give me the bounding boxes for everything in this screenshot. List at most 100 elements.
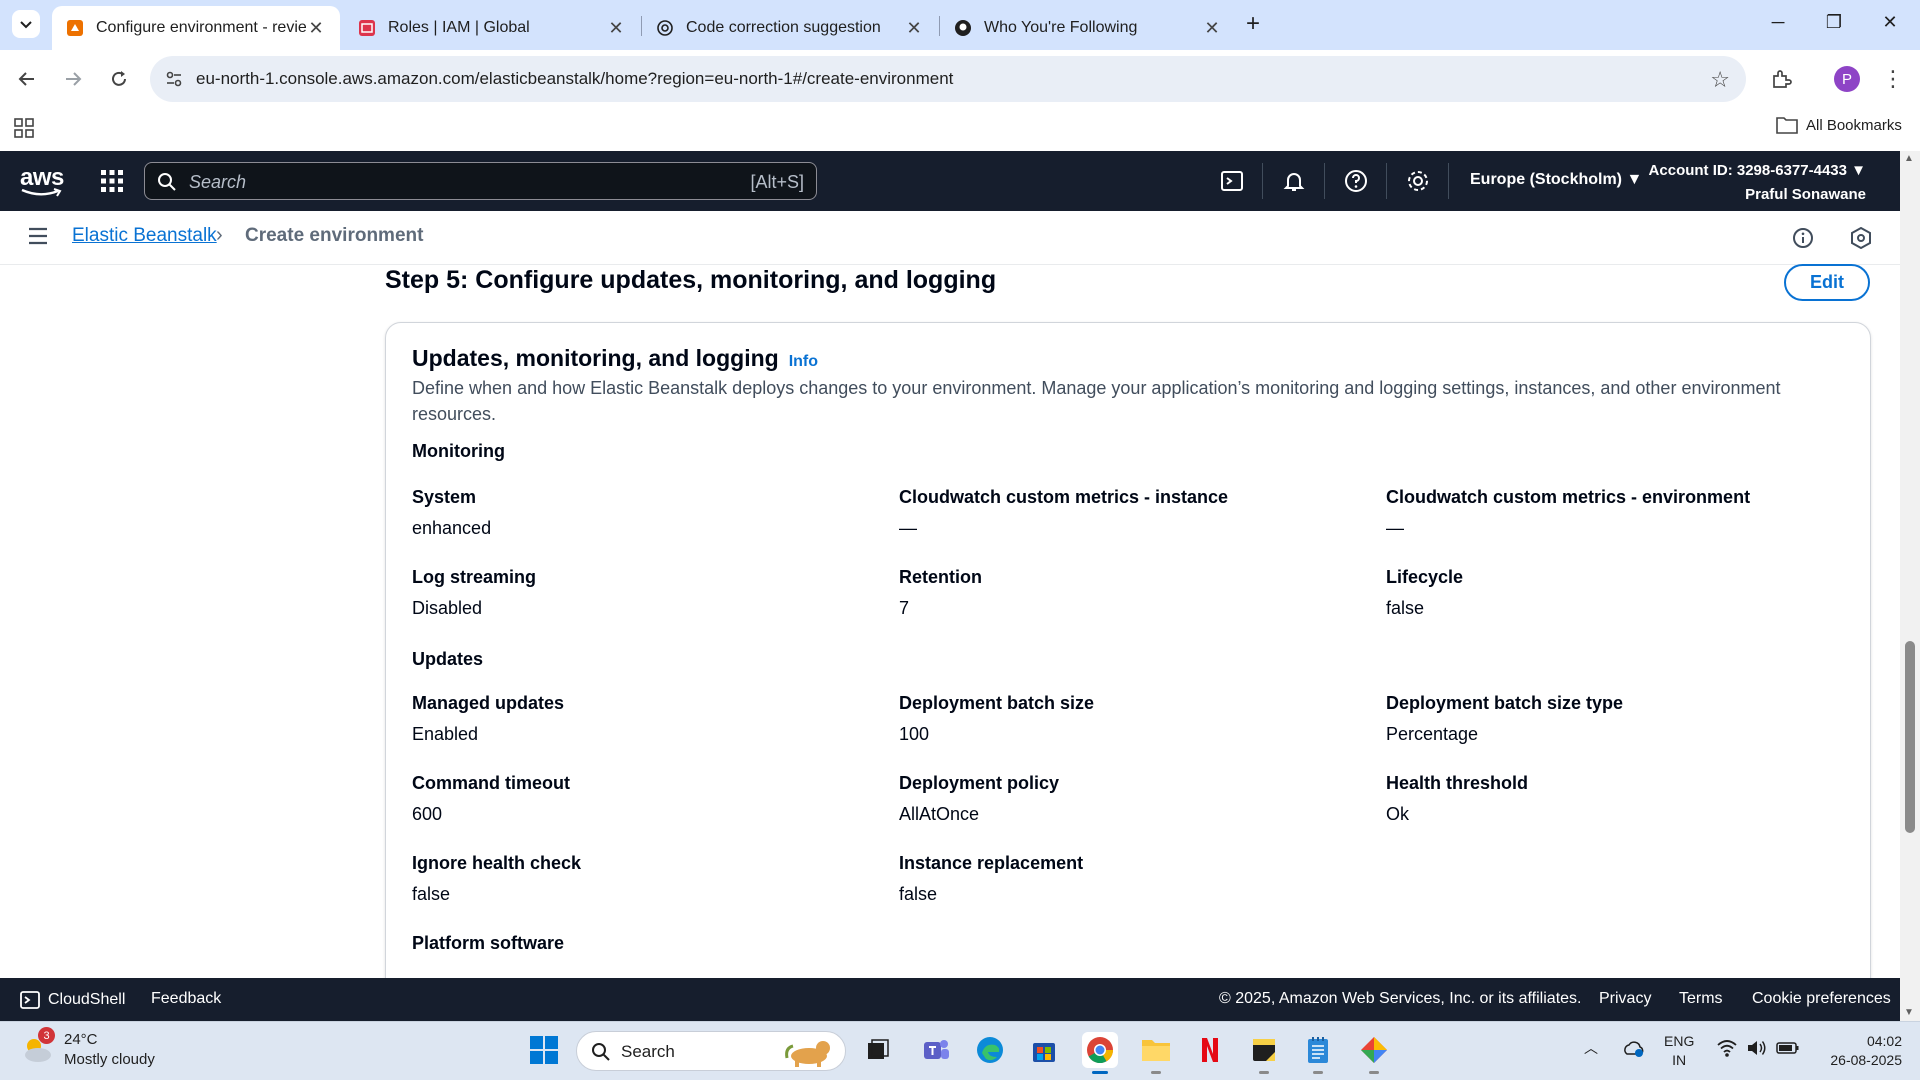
close-icon[interactable]: ✕ [306, 18, 326, 39]
tab-code-correction[interactable]: Code correction suggestion ✕ [642, 6, 938, 50]
teams-icon [924, 1040, 949, 1059]
cloudshell-button[interactable]: CloudShell [20, 990, 125, 1010]
store-app[interactable] [1026, 1032, 1062, 1068]
tab-who-youre-following[interactable]: Who You're Following ✕ [940, 6, 1236, 50]
system-clock[interactable]: 04:02 26-08-2025 [1812, 1032, 1902, 1070]
aws-logo[interactable]: aws [20, 164, 64, 198]
show-hidden-icons-chevron-up-icon[interactable]: ︿ [1584, 1038, 1598, 1058]
field-label: Instance replacement [899, 853, 1084, 873]
browser-tab-strip: Configure environment - review ✕ Roles |… [0, 0, 1920, 50]
close-window-button[interactable]: ✕ [1878, 12, 1902, 33]
edge-app[interactable] [972, 1032, 1008, 1068]
privacy-link[interactable]: Privacy [1599, 990, 1651, 1008]
breadcrumb-current: Create environment [245, 225, 424, 246]
field-label: Cloudwatch custom metrics - environment [1386, 487, 1751, 507]
aws-footer: CloudShell Feedback © 2025, Amazon Web S… [0, 978, 1900, 1021]
browser-menu-button[interactable]: ⋮ [1878, 64, 1908, 94]
scrollbar-thumb[interactable] [1905, 641, 1915, 833]
language-bottom: IN [1672, 1052, 1687, 1068]
terms-link[interactable]: Terms [1679, 990, 1723, 1008]
battery-icon[interactable] [1776, 1038, 1800, 1058]
help-icon[interactable] [1344, 169, 1368, 193]
sticky-notes-app[interactable] [1246, 1032, 1282, 1074]
windows-logo-icon [530, 1036, 558, 1064]
chrome-icon [1087, 1037, 1114, 1064]
file-explorer-app[interactable] [1138, 1032, 1174, 1074]
field-deployment-policy: Deployment policy AllAtOnce [899, 773, 1359, 825]
platform-software-heading: Platform software [412, 933, 565, 953]
settings-hexagon-icon[interactable] [1850, 227, 1872, 249]
restore-button[interactable]: ❐ [1822, 12, 1846, 33]
edit-button[interactable]: Edit [1784, 264, 1870, 301]
scroll-up-arrow-icon[interactable]: ▲ [1904, 153, 1914, 164]
scroll-down-arrow-icon[interactable]: ▼ [1904, 1007, 1914, 1018]
region-selector[interactable]: Europe (Stockholm) ▼ [1470, 171, 1642, 189]
all-bookmarks-button[interactable]: All Bookmarks [1776, 116, 1902, 134]
site-settings-icon[interactable] [164, 69, 184, 89]
tab-roles-iam[interactable]: Roles | IAM | Global ✕ [344, 6, 640, 50]
profile-button[interactable]: P [1832, 64, 1862, 94]
reload-button[interactable] [104, 64, 134, 94]
cookie-preferences-link[interactable]: Cookie preferences [1752, 990, 1891, 1008]
gemini-app[interactable] [1356, 1032, 1392, 1074]
weather-description: Mostly cloudy [64, 1051, 155, 1068]
teams-app[interactable] [918, 1032, 954, 1068]
tab-search-button[interactable] [12, 10, 40, 38]
address-bar[interactable]: eu-north-1.console.aws.amazon.com/elasti… [150, 56, 1746, 102]
task-view-button[interactable] [860, 1032, 896, 1068]
chrome-app[interactable] [1082, 1032, 1118, 1074]
minimize-button[interactable]: ─ [1766, 12, 1790, 33]
chevron-right-icon: › [216, 224, 223, 246]
aws-search-input[interactable]: Search [Alt+S] [144, 162, 817, 200]
notepad-app[interactable] [1300, 1032, 1336, 1074]
field-lifecycle: Lifecycle false [1386, 567, 1846, 619]
netflix-app[interactable] [1192, 1032, 1228, 1068]
bell-icon[interactable] [1282, 169, 1306, 193]
copyright-text: © 2025, Amazon Web Services, Inc. or its… [1219, 990, 1582, 1007]
start-button[interactable] [526, 1032, 562, 1068]
taskbar-search-input[interactable]: Search [576, 1031, 846, 1071]
extensions-button[interactable] [1766, 64, 1796, 94]
clock-time: 04:02 [1866, 1033, 1902, 1049]
back-button[interactable] [12, 64, 42, 94]
gear-icon[interactable] [1406, 169, 1430, 193]
field-label: System [412, 487, 477, 507]
bookmark-star-icon[interactable]: ☆ [1710, 67, 1730, 93]
close-icon[interactable]: ✕ [606, 18, 626, 39]
menu-icon[interactable] [28, 227, 48, 245]
field-value: Disabled [412, 598, 483, 618]
all-bookmarks-label: All Bookmarks [1806, 116, 1902, 134]
cloudshell-icon[interactable] [1220, 169, 1244, 193]
info-circle-icon[interactable] [1792, 227, 1814, 249]
search-placeholder: Search [189, 172, 247, 192]
tab-configure-environment[interactable]: Configure environment - review ✕ [52, 6, 340, 50]
close-icon[interactable]: ✕ [904, 18, 924, 39]
url-text: eu-north-1.console.aws.amazon.com/elasti… [196, 69, 954, 88]
card-title: Updates, monitoring, and logging [412, 345, 779, 371]
volume-icon[interactable] [1746, 1038, 1768, 1058]
breadcrumb-elastic-beanstalk[interactable]: Elastic Beanstalk [72, 225, 217, 247]
store-icon [1033, 1043, 1055, 1062]
weather-widget[interactable]: 3 24°C Mostly cloudy [20, 1027, 155, 1070]
updates-monitoring-logging-card: Updates, monitoring, and logging Info De… [385, 322, 1871, 1022]
account-menu[interactable]: Account ID: 3298-6377-4433 ▼ Praful Sona… [1649, 159, 1866, 207]
field-managed-updates: Managed updates Enabled [412, 693, 872, 745]
info-link[interactable]: Info [789, 353, 818, 371]
onedrive-cloud-icon[interactable] [1622, 1038, 1646, 1060]
apps-grid-icon[interactable] [14, 118, 34, 138]
forward-button[interactable] [58, 64, 88, 94]
caret-down-icon: ▼ [1626, 171, 1643, 188]
services-menu-icon[interactable] [100, 169, 124, 193]
language-indicator[interactable]: ENG IN [1664, 1032, 1694, 1070]
close-icon[interactable]: ✕ [1202, 18, 1222, 39]
new-tab-button[interactable]: + [1246, 12, 1260, 36]
browser-toolbar: eu-north-1.console.aws.amazon.com/elasti… [0, 50, 1920, 108]
field-value: Percentage [1386, 724, 1479, 744]
notepad-icon [1308, 1037, 1328, 1063]
feedback-link[interactable]: Feedback [151, 990, 221, 1008]
field-value: false [899, 884, 938, 904]
page-scrollbar[interactable]: ▲ ▼ [1900, 151, 1920, 1021]
wifi-icon[interactable] [1716, 1038, 1738, 1058]
chevron-down-icon [20, 21, 32, 29]
iam-icon [359, 20, 375, 36]
